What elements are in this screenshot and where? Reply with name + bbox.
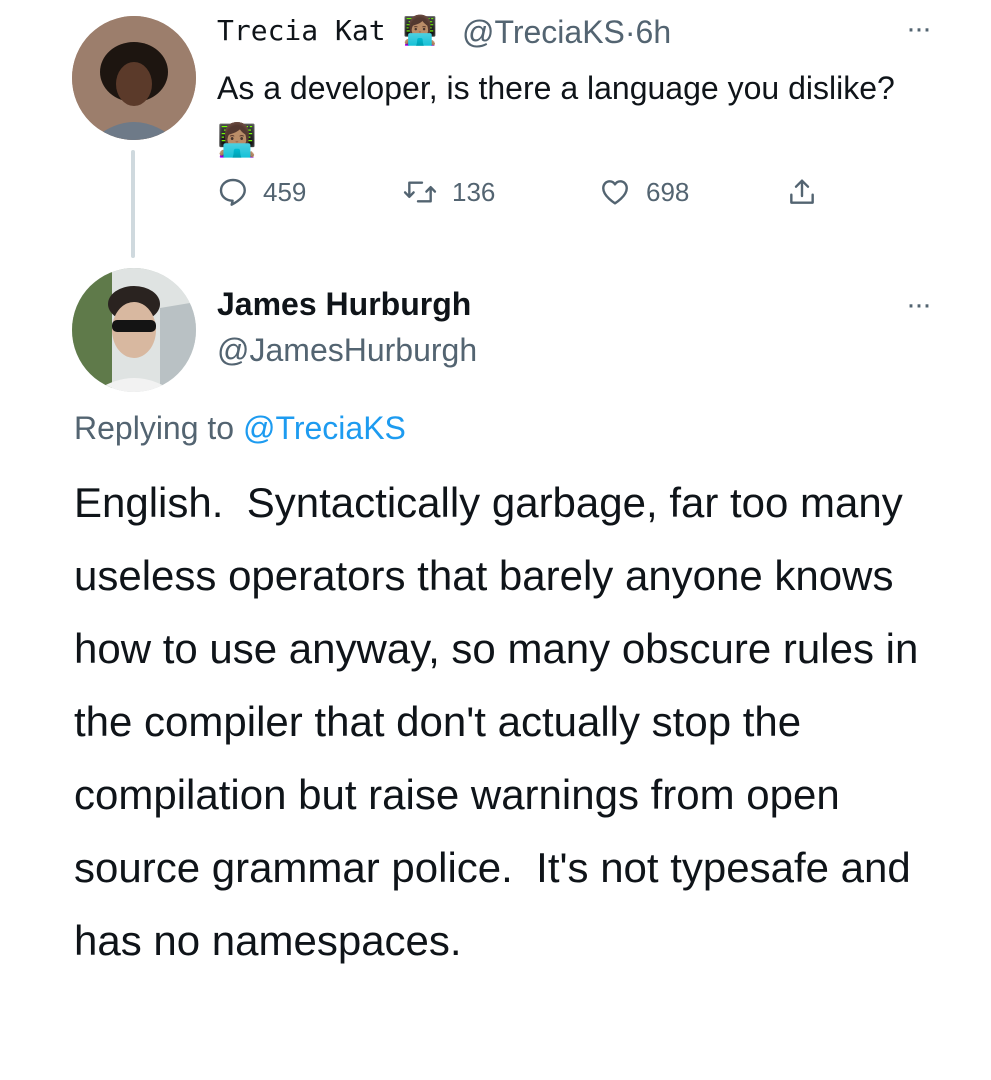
reply-tweet-text: English. Syntactically garbage, far too … [74, 479, 930, 964]
technologist-emoji: 👩🏽‍💻 [217, 122, 257, 158]
like-button[interactable]: 698 [598, 172, 689, 212]
reply-button[interactable]: 459 [217, 172, 306, 212]
reply-count: 459 [263, 176, 307, 207]
share-button[interactable] [786, 172, 818, 212]
tweet-time[interactable]: 6h [636, 14, 672, 50]
author-name[interactable]: Trecia Kat 👩🏽‍💻 [217, 14, 437, 47]
reply-icon [219, 178, 246, 206]
replying-to-handle-link[interactable]: @TreciaKS [243, 410, 406, 446]
heart-icon [602, 180, 628, 205]
thread-connector-line [131, 150, 135, 258]
tweet-text-body: As a developer, is there a language you … [217, 70, 895, 106]
avatar-james-hurburgh[interactable] [72, 268, 196, 392]
author-handle[interactable]: @TreciaKS [462, 14, 625, 50]
replying-to-line: Replying to @TreciaKS [74, 410, 406, 447]
replying-to-label: Replying to [74, 410, 235, 446]
more-options-icon[interactable]: ··· [906, 14, 932, 44]
retweet-count: 136 [452, 176, 496, 207]
avatar-trecia-kat[interactable] [72, 16, 196, 140]
like-count: 698 [646, 176, 690, 207]
reply-author-name[interactable]: James Hurburgh [217, 286, 471, 323]
author-handle-time[interactable]: @TreciaKS·6h [462, 14, 671, 51]
technologist-emoji: 👩🏽‍💻 [402, 14, 438, 47]
avatar-image [72, 16, 196, 140]
separator-dot: · [624, 14, 636, 50]
more-options-icon[interactable]: ··· [906, 290, 932, 320]
avatar-image [72, 268, 196, 392]
tweet-text: As a developer, is there a language you … [217, 62, 917, 166]
retweet-button[interactable]: 136 [402, 172, 495, 212]
retweet-icon [403, 181, 437, 203]
share-icon [790, 179, 814, 204]
reply-author-handle[interactable]: @JamesHurburgh [217, 332, 477, 369]
